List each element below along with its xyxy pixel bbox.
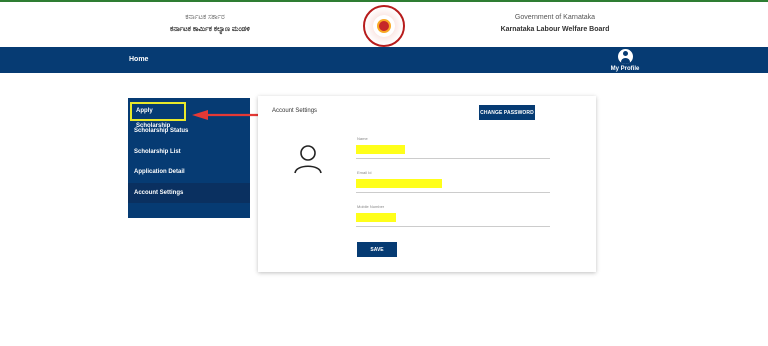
board-name: Karnataka Labour Welfare Board [500,26,610,33]
sidebar-item-scholarship-status[interactable]: Scholarship Status [128,121,250,142]
my-profile-button[interactable]: My Profile [608,49,642,72]
header-bar: ಕರ್ನಾಟಕ ಸರ್ಕಾರ ಕರ್ನಾಟಕ ಕಾರ್ಮಿಕ ಕಲ್ಯಾಣ ಮಂ… [0,0,768,47]
save-button[interactable]: SAVE [357,242,397,257]
sidebar-item-scholarship-list[interactable]: Scholarship List [128,142,250,163]
email-label: Email Id [357,170,372,175]
nav-home-link[interactable]: Home [129,56,148,63]
my-profile-label: My Profile [610,66,640,72]
mobile-label: Mobile Number [357,204,385,209]
mobile-field[interactable] [356,213,396,222]
sidebar-item-apply-scholarship[interactable]: Apply Scholarship [130,102,186,129]
user-circle-icon [617,49,633,64]
change-password-button[interactable]: CHANGE PASSWORD [479,105,535,120]
card-title: Account Settings [272,108,318,114]
email-underline [356,192,550,193]
name-label: Name [357,136,368,141]
state-emblem-logo [363,5,405,47]
sidebar-item-application-detail[interactable]: Application Detail [128,162,250,183]
user-avatar-icon [294,145,322,174]
emblem-center-icon [377,19,391,33]
top-navigation: Home My Profile [0,47,768,73]
mobile-underline [356,226,550,227]
sidebar-item-account-settings[interactable]: Account Settings [128,182,250,204]
red-arrow-annotation-icon [192,110,264,120]
government-title: Government of Karnataka [514,14,596,21]
email-field[interactable] [356,179,442,188]
account-settings-card: Account Settings CHANGE PASSWORD Name Em… [258,96,596,272]
name-field[interactable] [356,145,405,154]
kannada-subtitle: ಕರ್ನಾಟಕ ಕಾರ್ಮಿಕ ಕಲ್ಯಾಣ ಮಂಡಳಿ [170,26,250,33]
name-underline [356,158,550,159]
kannada-title: ಕರ್ನಾಟಕ ಸರ್ಕಾರ [185,14,225,21]
